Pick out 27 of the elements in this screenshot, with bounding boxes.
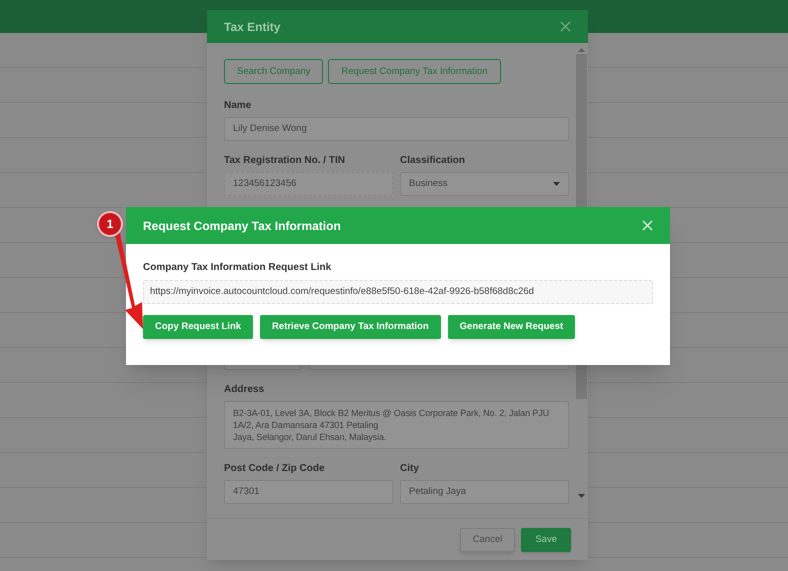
input-field[interactable]: Lily Denise Wong xyxy=(224,117,569,142)
input-field[interactable]: 47301 xyxy=(224,480,393,504)
field-label: Company Tax Information Request Link xyxy=(143,262,332,274)
close-icon[interactable] xyxy=(560,21,571,32)
action-button[interactable]: Generate New Request xyxy=(448,315,576,339)
modal-title: Tax Entity xyxy=(224,18,280,36)
cancel-button[interactable]: Cancel xyxy=(460,528,516,552)
address-field[interactable]: B2-3A-01, Level 3A, Block B2 Meritus @ Oasis Corporate Park, No. 2, Jalan PJU 1A/2, Ara Damansara 47301 Petaling Jaya, Selangor, Darul Ehsan, Malaysia. xyxy=(224,401,569,450)
field-label: Post Code / Zip Code xyxy=(224,463,326,476)
field-label: Name xyxy=(224,100,252,112)
step-number-badge: 1 xyxy=(97,211,123,237)
field-label: City xyxy=(400,463,420,476)
outline-button[interactable]: Request Company Tax Information xyxy=(328,59,501,84)
scroll-down-icon[interactable] xyxy=(578,494,584,500)
dialog-title: Request Company Tax Information xyxy=(143,218,341,234)
input-field[interactable]: 123456123456 xyxy=(224,172,393,196)
dropdown[interactable]: Business xyxy=(400,172,569,196)
field-label: Classification xyxy=(400,155,466,168)
save-button[interactable]: Save xyxy=(521,528,571,552)
field-label: Address xyxy=(224,384,266,396)
action-button[interactable]: Retrieve Company Tax Information xyxy=(260,315,441,339)
caret-icon xyxy=(553,182,560,186)
field-label: Tax Registration No. / TIN xyxy=(224,155,346,168)
outline-button[interactable]: Search Company xyxy=(224,59,324,84)
input-field[interactable]: Petaling Jaya xyxy=(400,480,569,504)
action-button[interactable]: Copy Request Link xyxy=(143,315,254,339)
link-field[interactable]: https://myinvoice.autocountcloud.com/requestinfo/e88e5f50-618e-42af-9926-b58f68d8c26d xyxy=(143,280,653,304)
